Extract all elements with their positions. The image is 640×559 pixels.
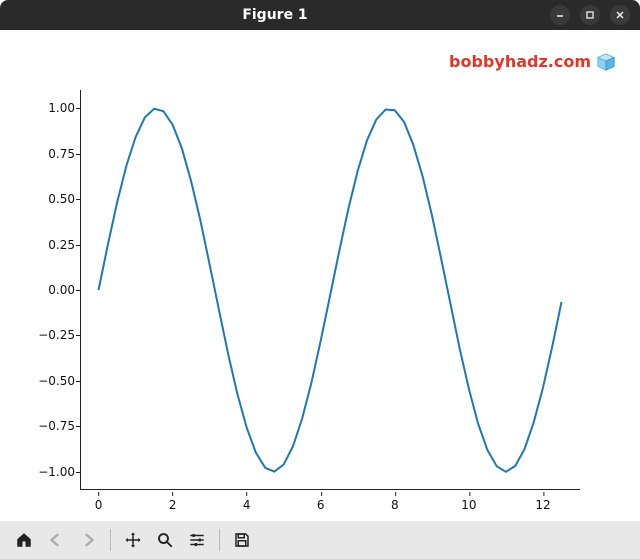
y-tick-label: −0.25: [30, 328, 75, 342]
save-icon: [233, 531, 251, 549]
y-tick-label: 0.75: [30, 147, 75, 161]
back-button[interactable]: [42, 526, 70, 554]
y-tick-label: −0.75: [30, 419, 75, 433]
sliders-icon: [188, 531, 206, 549]
x-tick-label: 6: [317, 498, 325, 512]
home-icon: [15, 531, 33, 549]
x-tick-label: 8: [391, 498, 399, 512]
forward-button[interactable]: [74, 526, 102, 554]
x-tick-label: 0: [95, 498, 103, 512]
plot-area: −1.00−0.75−0.50−0.250.000.250.500.751.00…: [80, 90, 580, 490]
minimize-icon: [555, 10, 565, 20]
toolbar-separator: [110, 529, 111, 551]
line-plot: [80, 90, 580, 490]
zoom-button[interactable]: [151, 526, 179, 554]
close-button[interactable]: [610, 5, 630, 25]
x-tick-label: 10: [461, 498, 476, 512]
watermark: bobbyhadz.com: [449, 52, 615, 71]
x-tick-label: 4: [243, 498, 251, 512]
window-buttons: [550, 5, 640, 25]
toolbar-separator: [219, 529, 220, 551]
save-button[interactable]: [228, 526, 256, 554]
configure-button[interactable]: [183, 526, 211, 554]
y-tick-label: 0.25: [30, 238, 75, 252]
forward-icon: [79, 531, 97, 549]
close-icon: [615, 10, 625, 20]
home-button[interactable]: [10, 526, 38, 554]
y-tick-label: −0.50: [30, 374, 75, 388]
pan-button[interactable]: [119, 526, 147, 554]
maximize-button[interactable]: [580, 5, 600, 25]
y-tick-label: 1.00: [30, 101, 75, 115]
y-tick-label: 0.50: [30, 192, 75, 206]
x-tick-label: 12: [535, 498, 550, 512]
maximize-icon: [585, 10, 595, 20]
window-title: Figure 1: [0, 7, 550, 23]
titlebar: Figure 1: [0, 0, 640, 30]
minimize-button[interactable]: [550, 5, 570, 25]
pan-icon: [124, 531, 142, 549]
matplotlib-toolbar: [0, 521, 640, 559]
cube-icon: [597, 53, 615, 71]
window: Figure 1 bobbyhadz.com: [0, 0, 640, 559]
figure-canvas[interactable]: bobbyhadz.com −1.00−0.75−0.50−0.250.000.…: [0, 30, 640, 521]
x-tick-label: 2: [169, 498, 177, 512]
watermark-text: bobbyhadz.com: [449, 52, 591, 71]
y-tick-label: −1.00: [30, 465, 75, 479]
zoom-icon: [156, 531, 174, 549]
back-icon: [47, 531, 65, 549]
y-tick-label: 0.00: [30, 283, 75, 297]
